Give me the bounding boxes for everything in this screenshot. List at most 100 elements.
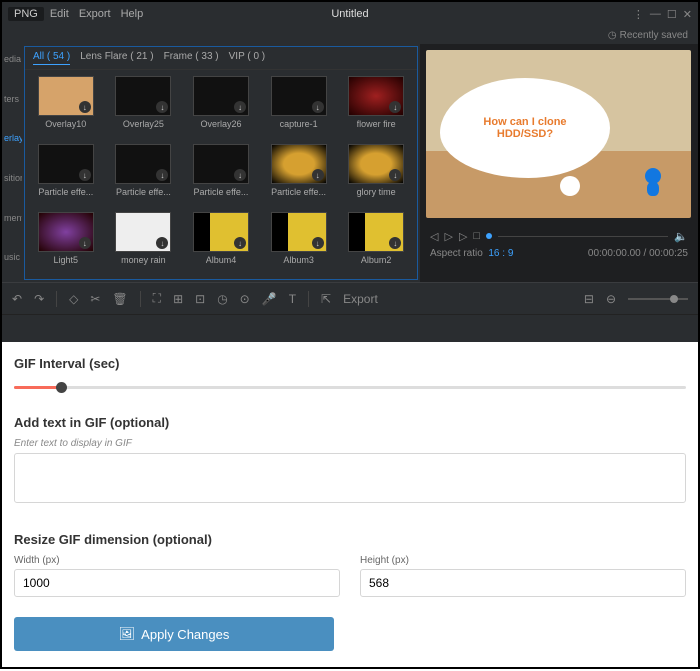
thumbnail-image[interactable] (193, 144, 249, 184)
document-title: Untitled (331, 8, 368, 20)
aspect-label: Aspect ratio (430, 248, 483, 259)
fit-icon[interactable]: ⊟ (584, 292, 594, 306)
close-icon[interactable]: ✕ (683, 8, 692, 21)
width-label: Width (px) (14, 555, 340, 566)
category-tab-2[interactable]: Frame ( 33 ) (164, 51, 219, 65)
thumbnail-image[interactable] (348, 212, 404, 252)
export-button[interactable]: Export (343, 292, 378, 306)
thumbnail-label: Overlay25 (123, 119, 164, 129)
thumbnail-4[interactable]: flower fire (339, 76, 413, 140)
menu-help[interactable]: Help (121, 8, 144, 20)
thumbnail-label: Overlay10 (45, 119, 86, 129)
volume-icon[interactable]: 🔈 (674, 230, 688, 243)
height-label: Height (px) (360, 555, 686, 566)
stop-button[interactable]: □ (473, 230, 480, 242)
delete-icon[interactable]: 🗑 (112, 292, 127, 306)
playhead-dot[interactable] (486, 233, 492, 239)
preview-video[interactable]: How can I clone HDD/SSD? (426, 50, 691, 218)
thumbnail-12[interactable]: Album4 (184, 212, 258, 276)
thumbnail-8[interactable]: Particle effe... (262, 144, 336, 208)
sidebar-item-5[interactable]: usic (2, 242, 22, 282)
clock-icon: ◷ (608, 30, 617, 41)
video-editor-panel: PNG Edit Export Help Untitled ⋮ — ☐ ✕ ◷ … (2, 2, 698, 342)
next-button[interactable]: ▷ (459, 230, 467, 243)
thumbnail-image[interactable] (38, 212, 94, 252)
record-icon[interactable]: ⊙ (240, 292, 250, 306)
format-badge: PNG (8, 7, 44, 21)
timeline[interactable] (2, 314, 698, 342)
titlebar: PNG Edit Export Help Untitled ⋮ — ☐ ✕ (2, 2, 698, 26)
playback-controls: ◁ ▷ ▷ □ 🔈 (420, 224, 698, 248)
thumbnail-image[interactable] (38, 76, 94, 116)
sidebar-item-3[interactable]: sitions (2, 163, 22, 203)
undo-icon[interactable]: ↶ (12, 292, 22, 306)
zoom-icon[interactable]: ⊖ (606, 292, 616, 306)
prev-button[interactable]: ◁ (430, 230, 438, 243)
marker-icon[interactable]: ◇ (69, 292, 78, 306)
thumbnail-label: Particle effe... (38, 187, 93, 197)
sidebar-item-4[interactable]: ments (2, 203, 22, 243)
cut-icon[interactable]: ✂ (90, 292, 100, 306)
menu-export[interactable]: Export (79, 8, 111, 20)
zoom-slider[interactable] (628, 298, 688, 300)
thumbnail-7[interactable]: Particle effe... (184, 144, 258, 208)
sidebar-item-0[interactable]: edia (2, 44, 22, 84)
redo-icon[interactable]: ↷ (34, 292, 44, 306)
thumbnail-11[interactable]: money rain (107, 212, 181, 276)
maximize-icon[interactable]: ☐ (667, 8, 677, 21)
thumbnail-image[interactable] (348, 76, 404, 116)
menu-edit[interactable]: Edit (50, 8, 69, 20)
thumbnail-0[interactable]: Overlay10 (29, 76, 103, 140)
play-button[interactable]: ▷ (444, 230, 452, 243)
thumbnail-image[interactable] (115, 212, 171, 252)
thumbnail-image[interactable] (348, 144, 404, 184)
sidebar-item-2[interactable]: erlays (2, 123, 22, 163)
aspect-value[interactable]: 16 : 9 (488, 248, 513, 259)
thumbnail-image[interactable] (115, 144, 171, 184)
thumbnail-image[interactable] (193, 76, 249, 116)
category-tab-3[interactable]: VIP ( 0 ) (229, 51, 266, 65)
thumbnail-label: Particle effe... (194, 187, 249, 197)
thumbnail-9[interactable]: glory time (339, 144, 413, 208)
gif-interval-label: GIF Interval (sec) (14, 356, 686, 371)
minimize-icon[interactable]: — (650, 8, 661, 20)
thumbnail-image[interactable] (115, 76, 171, 116)
thumbnail-image[interactable] (271, 76, 327, 116)
thumbnail-13[interactable]: Album3 (262, 212, 336, 276)
thumbnail-5[interactable]: Particle effe... (29, 144, 103, 208)
resize-label: Resize GIF dimension (optional) (14, 532, 686, 547)
thumbnail-image[interactable] (38, 144, 94, 184)
height-input[interactable] (360, 569, 686, 597)
thumbnail-image[interactable] (271, 144, 327, 184)
thumbnail-grid[interactable]: Overlay10 Overlay25 Overlay26capture-1flow… (25, 70, 417, 279)
split-icon[interactable]: ⊞ (173, 292, 183, 306)
grid-icon[interactable]: ⊡ (195, 292, 205, 306)
thumbnail-label: money rain (121, 255, 166, 265)
thumbnail-6[interactable]: Particle effe... (107, 144, 181, 208)
export-icon[interactable]: ⇱ (321, 292, 331, 306)
category-tab-0[interactable]: All ( 54 ) (33, 51, 70, 65)
scrub-track[interactable] (498, 236, 668, 237)
apply-changes-button[interactable]: 🖼 Apply Changes (14, 617, 334, 651)
sidebar: ediaterserlayssitionsmentsusic (2, 44, 22, 282)
category-tab-1[interactable]: Lens Flare ( 21 ) (80, 51, 153, 65)
thumbnail-10[interactable]: Light5 (29, 212, 103, 276)
thumbnail-1[interactable]: Overlay25 (107, 76, 181, 140)
text-icon[interactable]: T (289, 292, 296, 306)
category-tabs: All ( 54 ) Lens Flare ( 21 ) Frame ( 33 ) V… (25, 47, 417, 70)
thumbnail-image[interactable] (271, 212, 327, 252)
sidebar-item-1[interactable]: ters (2, 84, 22, 124)
thumbnail-3[interactable]: capture-1 (262, 76, 336, 140)
gif-settings-panel: GIF Interval (sec) Add text in GIF (opti… (2, 342, 698, 671)
gif-text-input[interactable] (14, 453, 686, 503)
kebab-icon[interactable]: ⋮ (633, 8, 644, 21)
thumbnail-image[interactable] (193, 212, 249, 252)
crop-icon[interactable]: ⛶ (153, 291, 161, 306)
thumbnail-14[interactable]: Album2 (339, 212, 413, 276)
thumbnail-2[interactable]: Overlay26 (184, 76, 258, 140)
width-input[interactable] (14, 569, 340, 597)
thumbnail-label: Particle effe... (116, 187, 171, 197)
timer-icon[interactable]: ◷ (217, 292, 227, 306)
mic-icon[interactable]: 🎤 (262, 292, 277, 306)
gif-interval-slider[interactable] (14, 379, 686, 395)
